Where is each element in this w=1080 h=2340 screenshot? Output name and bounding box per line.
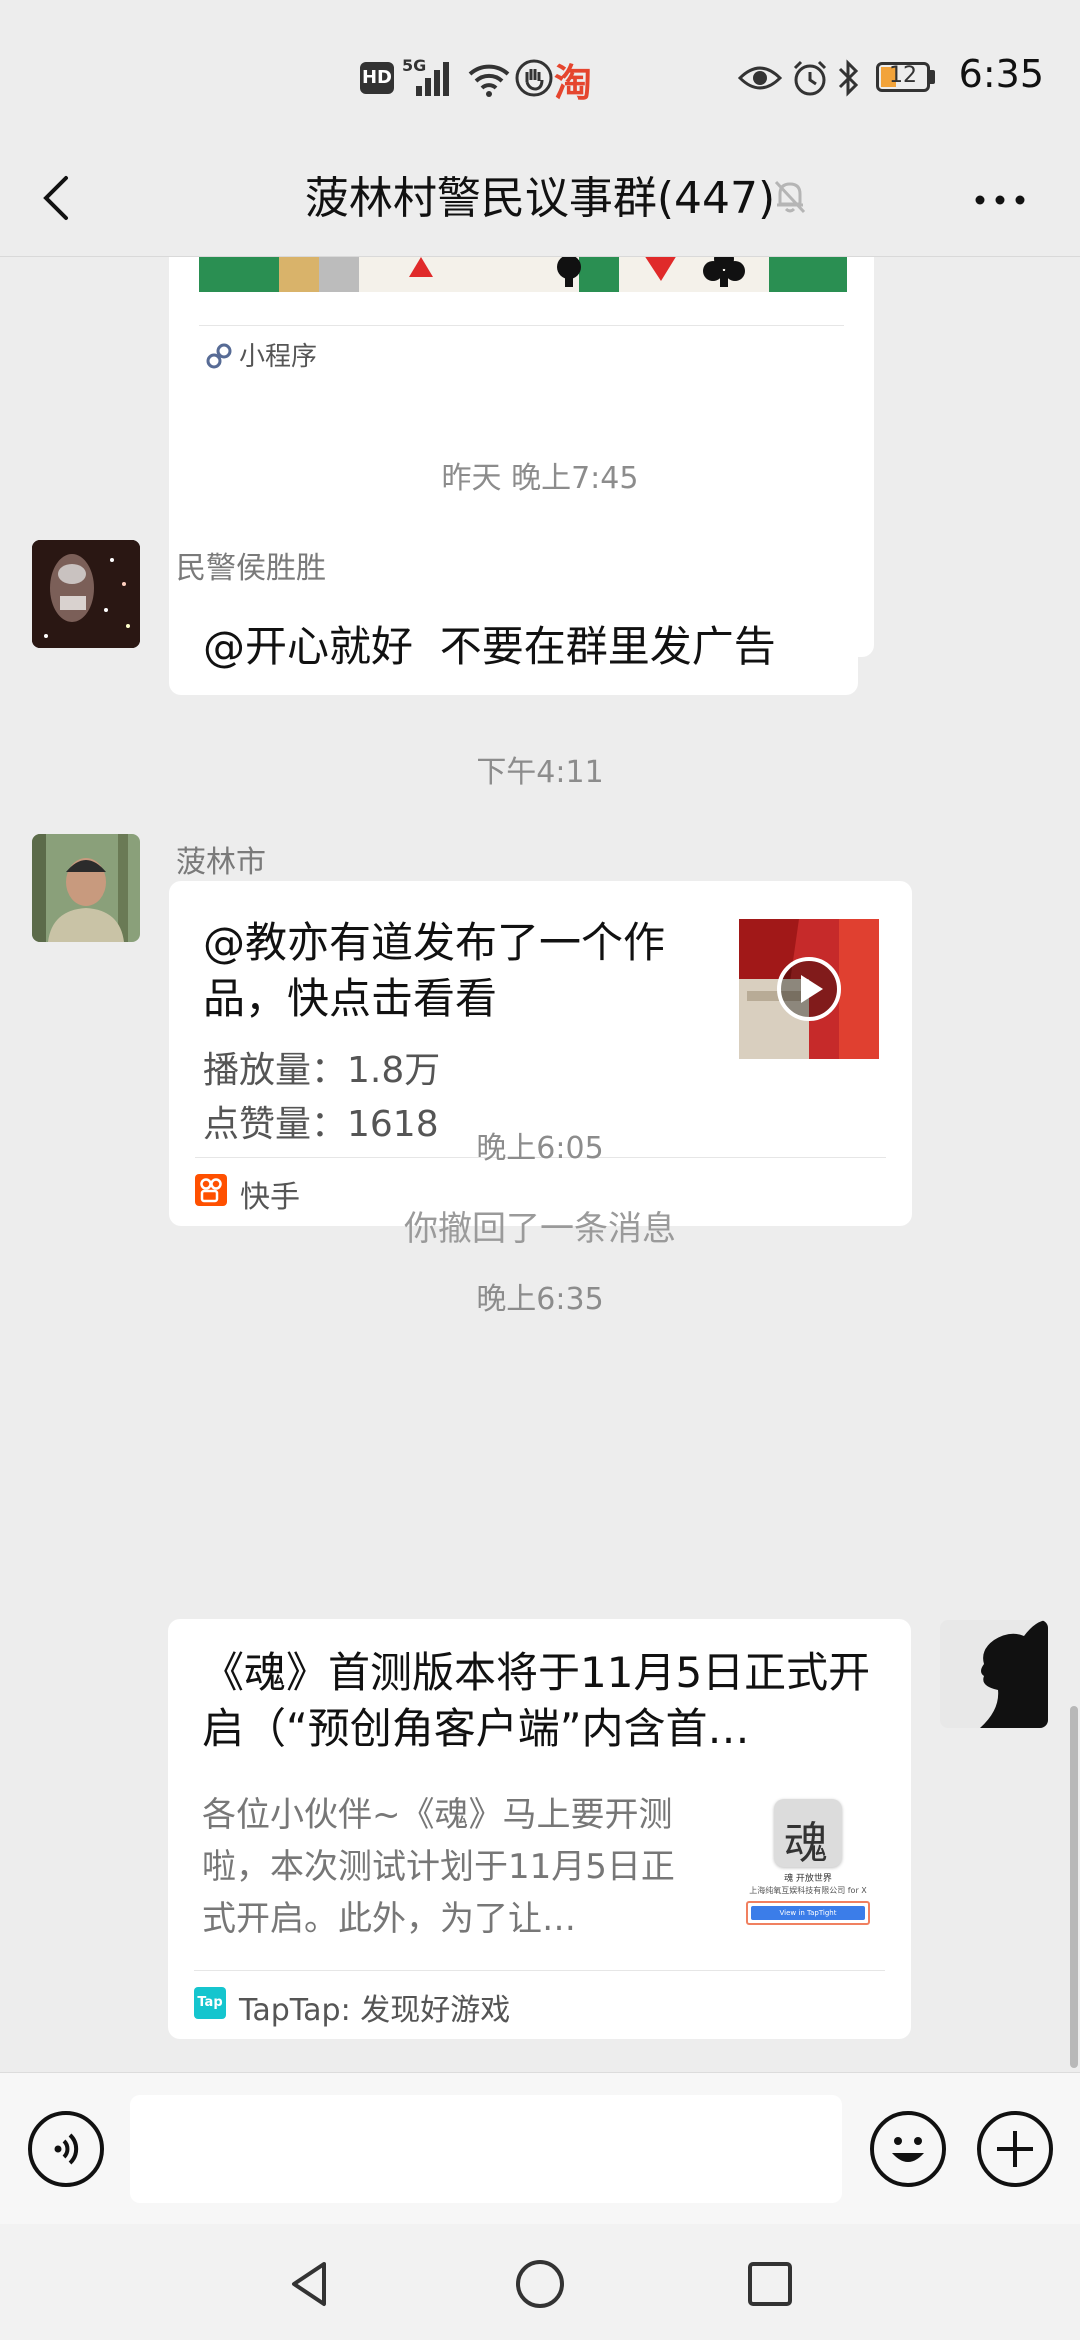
card-title: @教亦有道发布了一个作品，快点击看看 <box>203 918 666 1023</box>
thumb-button: View in TapTight <box>751 1906 865 1920</box>
add-button[interactable] <box>977 2111 1053 2187</box>
battery-tip <box>930 70 935 84</box>
battery-level: 12 <box>889 63 917 88</box>
timestamp-separator: 下午4:11 <box>476 755 604 790</box>
more-options-button[interactable] <box>970 170 1030 230</box>
sender-name: 民警侯胜胜 <box>176 551 326 586</box>
nav-back-button[interactable] <box>280 2254 340 2314</box>
alarm-icon <box>790 58 830 98</box>
eye-icon <box>737 60 783 96</box>
kuaishou-share-card[interactable]: @教亦有道发布了一个作品，快点击看看 播放量：1.8万 点赞量：1618 快手 <box>169 881 912 1226</box>
mute-bell-icon <box>770 176 810 216</box>
thumb-button-frame: View in TapTight <box>746 1901 870 1925</box>
nav-home-button[interactable] <box>510 2254 570 2314</box>
mini-program-cover <box>199 257 847 292</box>
nav-recents-button[interactable] <box>740 2254 800 2314</box>
circle-home-icon <box>516 2260 564 2308</box>
game-icon-glyph: 魂 <box>784 1818 828 1869</box>
emoji-button[interactable] <box>870 2111 946 2187</box>
mini-program-footer: 小程序 <box>199 325 844 384</box>
voice-icon <box>54 2133 79 2165</box>
message-input[interactable] <box>130 2095 842 2203</box>
sender-name: 菠林市 <box>176 845 266 880</box>
clock: 6:35 <box>958 52 1044 96</box>
recall-notice: 你撤回了一条消息 <box>404 1209 676 1249</box>
triangle-back-icon <box>292 2262 326 2306</box>
game-thumbnail: 魂 魂 开放世界 上海纯氧互娱科技有限公司 for X View in TapT… <box>738 1797 878 1937</box>
hd-icon: HD <box>360 62 394 94</box>
message-list[interactable]: 小程序 昨天 晚上7:45 民警侯胜胜 @开心就好 不要在群里发广告 下午4:1… <box>0 257 1080 2072</box>
signal-5g-icon: 5G <box>402 56 458 98</box>
message-bubble[interactable]: @开心就好 不要在群里发广告 <box>169 587 858 695</box>
mini-program-icon <box>206 343 232 369</box>
status-bar: HD 5G 淘 12 6:35 <box>0 0 1080 150</box>
taobao-icon: 淘 <box>554 61 593 105</box>
wifi-icon <box>466 58 512 98</box>
card-title: 《魂》首测版本将于11月5日正式开启（“预创角客户端”内含首… <box>202 1648 871 1753</box>
play-count: 播放量：1.8万 <box>203 1050 441 1091</box>
timestamp-separator: 昨天 晚上7:45 <box>441 461 639 496</box>
mini-program-label: 小程序 <box>239 342 318 372</box>
message-text: @开心就好 不要在群里发广告 <box>203 622 776 671</box>
taptap-logo-text: Tap <box>197 1995 223 2010</box>
square-recents-icon <box>748 2262 792 2306</box>
avatar[interactable] <box>940 1620 1048 1728</box>
network-type: 5G <box>402 56 427 75</box>
system-nav-bar <box>0 2224 1080 2340</box>
game-app-icon: 魂 <box>774 1799 842 1869</box>
card-description: 各位小伙伴~《魂》马上要开测啦，本次测试计划于11月5日正式开启。此外，为了让… <box>202 1795 675 1939</box>
thumb-company: 上海纯氧互娱科技有限公司 for X <box>749 1886 867 1895</box>
scrollbar[interactable] <box>1070 1706 1078 2068</box>
taptap-share-card[interactable]: 《魂》首测版本将于11月5日正式开启（“预创角客户端”内含首… 各位小伙伴~《魂… <box>168 1619 911 2039</box>
hand-icon <box>514 58 554 98</box>
battery-icon: 12 <box>876 62 930 92</box>
bluetooth-icon <box>836 58 862 98</box>
page-title: 菠林村警民议事群(447) <box>304 173 776 224</box>
voice-button[interactable] <box>28 2111 104 2187</box>
timestamp-separator: 晚上6:35 <box>476 1282 604 1317</box>
plus-icon <box>997 2131 1033 2167</box>
card-footer: Tap TapTap: 发现好游戏 <box>194 1970 885 2039</box>
emoji-icon <box>892 2137 924 2162</box>
input-bar <box>0 2072 1080 2225</box>
avatar[interactable] <box>32 540 140 648</box>
timestamp-separator: 晚上6:05 <box>476 1131 604 1166</box>
thumb-caption: 魂 开放世界 <box>784 1874 832 1884</box>
more-dots-icon <box>975 195 1025 205</box>
video-thumbnail <box>739 919 879 1059</box>
taptap-icon: Tap <box>194 1987 226 2019</box>
source-label: TapTap: 发现好游戏 <box>239 1993 511 2028</box>
chat-header: 菠林村警民议事群(447) <box>0 150 1080 257</box>
avatar[interactable] <box>32 834 140 942</box>
